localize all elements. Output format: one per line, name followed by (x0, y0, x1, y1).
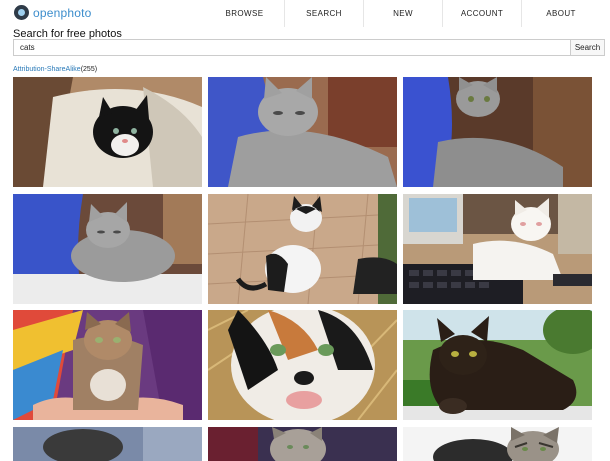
photo-image (208, 427, 397, 461)
photo-image (403, 310, 592, 420)
logo-text: openphoto (33, 5, 92, 20)
photo-thumbnail[interactable] (208, 194, 397, 304)
photo-image (208, 194, 397, 304)
photo-thumbnail[interactable] (403, 427, 592, 461)
photo-thumbnail[interactable] (208, 77, 397, 187)
main-nav: BROWSE SEARCH NEW ACCOUNT ABOUT (205, 0, 600, 27)
photo-thumbnail[interactable] (403, 77, 592, 187)
license-count: (255) (80, 66, 98, 73)
search-input[interactable] (13, 39, 570, 56)
photo-image (13, 427, 202, 461)
logo[interactable]: openphoto (14, 5, 92, 20)
nav-about[interactable]: ABOUT (521, 0, 600, 27)
nav-account[interactable]: ACCOUNT (442, 0, 521, 27)
photo-image (403, 194, 592, 304)
license-filter: Attribution-ShareAlike(255) (13, 66, 97, 73)
top-bar: openphoto BROWSE SEARCH NEW ACCOUNT ABOU… (0, 0, 610, 27)
logo-icon (14, 5, 29, 20)
photo-thumbnail[interactable] (403, 310, 592, 420)
photo-thumbnail[interactable] (13, 427, 202, 461)
photo-thumbnail[interactable] (208, 427, 397, 461)
photo-image (13, 310, 202, 420)
nav-search[interactable]: SEARCH (284, 0, 363, 27)
photo-image (13, 77, 202, 187)
photo-thumbnail[interactable] (13, 194, 202, 304)
nav-new[interactable]: NEW (363, 0, 442, 27)
photo-image (403, 427, 592, 461)
photo-image (208, 310, 397, 420)
search-button[interactable]: Search (570, 39, 605, 56)
photo-thumbnail[interactable] (13, 77, 202, 187)
photo-image (208, 77, 397, 187)
nav-browse[interactable]: BROWSE (205, 0, 284, 27)
photo-image (13, 194, 202, 304)
photo-thumbnail[interactable] (403, 194, 592, 304)
photo-image (403, 77, 592, 187)
photo-thumbnail[interactable] (208, 310, 397, 420)
license-link[interactable]: Attribution-ShareAlike (13, 66, 81, 73)
photo-thumbnail[interactable] (13, 310, 202, 420)
